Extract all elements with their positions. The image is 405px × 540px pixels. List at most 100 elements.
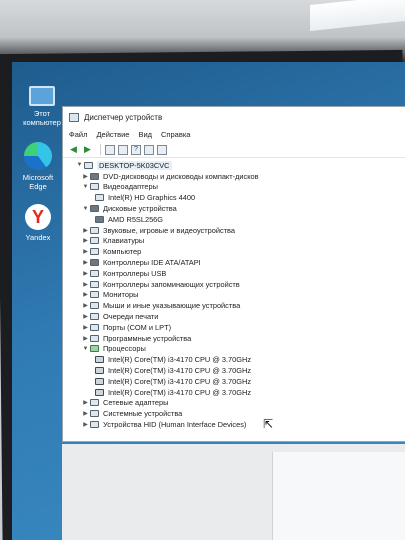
tree-node-print-queues[interactable]: ▶ Очереди печати xyxy=(75,311,405,322)
tree-node-storage[interactable]: ▶ Контроллеры запоминающих устройств xyxy=(75,279,405,290)
tree-node-monitors[interactable]: ▶ Мониторы xyxy=(75,290,405,301)
window-titlebar[interactable]: Диспетчер устройств xyxy=(63,107,405,127)
tree-leaf-label: Intel(R) Core(TM) i3-4170 CPU @ 3.70GHz xyxy=(108,355,252,365)
tree-node-label: Видеоадаптеры xyxy=(103,182,158,192)
chevron-right-icon[interactable]: ▶ xyxy=(81,410,90,417)
tree-leaf-cpu[interactable]: Intel(R) Core(TM) i3-4170 CPU @ 3.70GHz xyxy=(75,376,405,387)
menu-view[interactable]: Вид xyxy=(138,130,152,139)
tree-node-system[interactable]: ▶ Системные устройства xyxy=(75,408,405,419)
tree-node-network[interactable]: ▶ Сетевые адаптеры xyxy=(75,398,405,409)
tree-node-usb[interactable]: ▶ Контроллеры USB xyxy=(75,268,405,279)
tree-node-disks[interactable]: ▼ Дисковые устройства xyxy=(75,203,405,214)
processor-icon xyxy=(95,388,104,396)
help-icon[interactable]: ? xyxy=(131,144,141,155)
tree-node-label: Контроллеры USB xyxy=(103,268,167,278)
tree-root[interactable]: ▼ DESKTOP-5K03CVC xyxy=(75,160,405,171)
ide-controller-icon xyxy=(90,259,99,267)
properties-icon[interactable] xyxy=(105,144,115,155)
menu-help[interactable]: Справка xyxy=(161,130,190,139)
chevron-right-icon[interactable]: ▶ xyxy=(81,291,90,298)
chevron-right-icon[interactable]: ▶ xyxy=(81,237,90,244)
tree-node-video[interactable]: ▼ Видеоадаптеры xyxy=(75,182,405,193)
tree-node-label: DVD-дисководы и дисководы компакт-дисков xyxy=(103,171,259,181)
processor-icon xyxy=(95,367,104,375)
background-window xyxy=(62,444,405,540)
tree-node-processors[interactable]: ▼ Процессоры xyxy=(75,344,405,355)
tree-leaf-cpu[interactable]: Intel(R) Core(TM) i3-4170 CPU @ 3.70GHz xyxy=(75,387,405,398)
monitor-icon[interactable] xyxy=(157,144,167,155)
tree-node-label: Компьютер xyxy=(103,247,142,257)
chevron-down-icon[interactable]: ▼ xyxy=(81,206,90,212)
yandex-icon: Y xyxy=(25,204,51,230)
chevron-right-icon[interactable]: ▶ xyxy=(81,302,90,309)
tree-node-ide[interactable]: ▶ Контроллеры IDE ATA/ATAPI xyxy=(75,257,405,268)
tree-root-label: DESKTOP-5K03CVC xyxy=(97,160,172,170)
tree-node-label: Дисковые устройства xyxy=(103,204,177,214)
desktop-screen: Этот компьютер Microsoft Edge Y Yandex Д… xyxy=(12,62,405,540)
storage-controller-icon xyxy=(90,280,99,288)
tree-node-label: Устройства HID (Human Interface Devices) xyxy=(103,420,247,430)
hid-icon xyxy=(90,421,99,429)
mouse-icon xyxy=(90,302,99,310)
list-icon[interactable] xyxy=(118,144,128,155)
tree-leaf-cpu[interactable]: Intel(R) Core(TM) i3-4170 CPU @ 3.70GHz xyxy=(75,354,405,365)
tree-node-mice[interactable]: ▶ Мыши и иные указывающие устройства xyxy=(75,300,405,311)
chevron-right-icon[interactable]: ▶ xyxy=(81,173,90,180)
computer-icon xyxy=(84,161,93,169)
device-tree: ▼ DESKTOP-5K03CVC ▶ DVD-дисководы и диск… xyxy=(63,158,405,430)
computer-icon xyxy=(29,86,55,106)
tree-node-keyboards[interactable]: ▶ Клавиатуры xyxy=(75,236,405,247)
desktop-icon-yandex[interactable]: Y Yandex xyxy=(12,204,66,242)
display-adapter-icon xyxy=(90,183,99,191)
tree-node-sound[interactable]: ▶ Звуковые, игровые и видеоустройства xyxy=(75,225,405,236)
display-adapter-icon xyxy=(95,194,104,202)
tree-node-label: Сетевые адаптеры xyxy=(103,398,169,408)
tree-leaf-gpu[interactable]: Intel(R) HD Graphics 4400 xyxy=(75,192,405,203)
chevron-right-icon[interactable]: ▶ xyxy=(81,421,90,428)
menu-file[interactable]: Файл xyxy=(69,130,87,139)
desktop-icon-label: Microsoft xyxy=(22,173,54,182)
monitor-icon xyxy=(90,291,99,299)
chevron-right-icon[interactable]: ▶ xyxy=(81,313,90,320)
chevron-right-icon[interactable]: ▶ xyxy=(81,270,90,277)
tree-leaf-label: AMD R5SL256G xyxy=(108,214,164,224)
menu-action[interactable]: Действие xyxy=(96,130,129,139)
chevron-right-icon[interactable]: ▶ xyxy=(81,399,90,406)
tree-leaf-disk[interactable]: AMD R5SL256G xyxy=(75,214,405,225)
tree-leaf-cpu[interactable]: Intel(R) Core(TM) i3-4170 CPU @ 3.70GHz xyxy=(75,365,405,376)
desktop-icon-label: Edge xyxy=(29,182,47,191)
chevron-right-icon[interactable]: ▶ xyxy=(81,248,90,255)
chevron-down-icon[interactable]: ▼ xyxy=(75,162,84,168)
chevron-down-icon[interactable]: ▼ xyxy=(81,184,90,190)
chevron-right-icon[interactable]: ▶ xyxy=(81,281,90,288)
tree-node-software[interactable]: ▶ Программные устройства xyxy=(75,333,405,344)
tree-node-label: Мониторы xyxy=(103,290,139,300)
tree-node-hid[interactable]: ▶ Устройства HID (Human Interface Device… xyxy=(75,419,405,430)
chevron-right-icon[interactable]: ▶ xyxy=(81,335,90,342)
chevron-down-icon[interactable]: ▼ xyxy=(81,346,90,352)
chevron-right-icon[interactable]: ▶ xyxy=(81,227,90,234)
usb-icon xyxy=(90,269,99,277)
tree-node-dvd[interactable]: ▶ DVD-дисководы и дисководы компакт-диск… xyxy=(75,171,405,182)
tree-node-computer[interactable]: ▶ Компьютер xyxy=(75,246,405,257)
tree-node-ports[interactable]: ▶ Порты (COM и LPT) xyxy=(75,322,405,333)
tree-node-label: Очереди печати xyxy=(103,312,159,322)
chevron-right-icon[interactable]: ▶ xyxy=(81,324,90,331)
details-icon[interactable] xyxy=(144,144,154,155)
window-title: Диспетчер устройств xyxy=(84,112,163,122)
edge-icon xyxy=(24,142,52,170)
toolbar-separator xyxy=(100,144,101,155)
processor-icon xyxy=(95,377,104,385)
menubar: Файл Действие Вид Справка xyxy=(63,127,405,142)
chevron-right-icon[interactable]: ▶ xyxy=(81,259,90,266)
arrow-left-icon[interactable]: ◀ xyxy=(68,144,79,155)
arrow-right-icon[interactable]: ▶ xyxy=(82,144,93,155)
disk-drive-icon xyxy=(95,215,104,223)
desktop-icon-edge[interactable]: Microsoft Edge xyxy=(12,142,66,191)
tree-node-label: Программные устройства xyxy=(103,333,192,343)
tree-leaf-label: Intel(R) Core(TM) i3-4170 CPU @ 3.70GHz xyxy=(108,376,252,386)
background-window-pane xyxy=(272,452,405,540)
device-manager-icon xyxy=(69,112,79,122)
printer-icon xyxy=(90,313,99,321)
ceiling-light xyxy=(310,0,405,31)
